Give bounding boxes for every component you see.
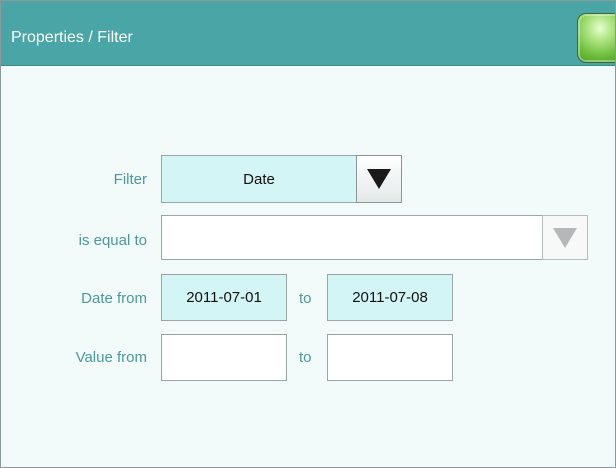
title-bar: Properties / Filter	[1, 1, 615, 66]
value-from-label: Value from	[75, 349, 147, 366]
value-to-input[interactable]	[327, 334, 453, 381]
is-equal-to-label: is equal to	[78, 232, 147, 249]
value-from-input[interactable]	[161, 334, 287, 381]
is-equal-to-select[interactable]	[161, 215, 543, 260]
is-equal-to-dropdown-button	[542, 215, 588, 260]
filter-select[interactable]: Date	[161, 155, 357, 203]
date-to-label: to	[299, 290, 312, 307]
filter-dropdown-button[interactable]	[356, 155, 402, 203]
triangle-down-icon	[553, 227, 577, 248]
filter-label: Filter	[113, 171, 147, 188]
page-title: Properties / Filter	[11, 29, 133, 46]
date-from-input[interactable]: 2011-07-01	[161, 274, 287, 321]
date-to-input[interactable]: 2011-07-08	[327, 274, 453, 321]
value-to-label: to	[299, 349, 312, 366]
ok-button[interactable]	[577, 13, 615, 63]
triangle-down-icon	[367, 169, 391, 189]
dialog-window: Properties / Filter Filter Date is equal…	[0, 0, 616, 468]
date-from-label: Date from	[81, 290, 147, 307]
